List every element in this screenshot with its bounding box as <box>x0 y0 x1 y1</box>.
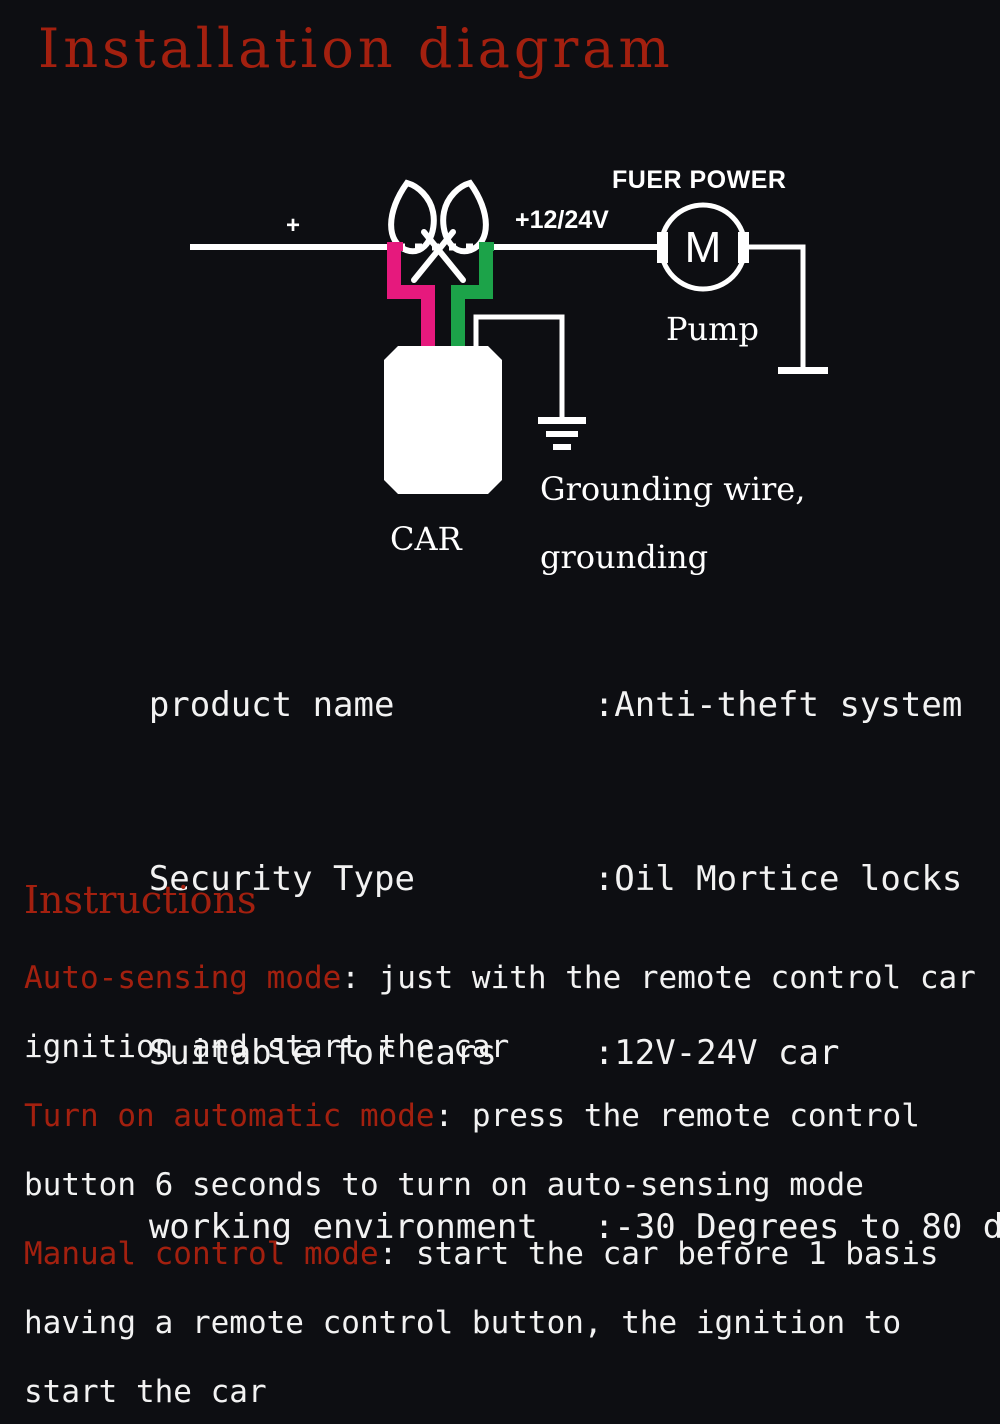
spec-row: product name :Anti-theft system <box>26 618 986 792</box>
installation-diagram-page: Installation diagram M FUER POWER +12/24… <box>0 0 1000 1424</box>
car-label: CAR <box>390 520 462 558</box>
motor-ground-bar <box>778 367 828 374</box>
motor-symbol-letter: M <box>685 223 722 272</box>
instructions-section: Instructions Auto-sensing mode: just wit… <box>24 872 988 1424</box>
wiring-diagram-svg: M <box>190 179 828 494</box>
instruction-item: Auto-sensing mode: just with the remote … <box>24 944 988 1082</box>
car-box <box>384 346 502 494</box>
positive-terminal-label: + <box>286 212 301 239</box>
instructions-heading: Instructions <box>24 878 257 922</box>
spec-label: product name <box>148 685 395 725</box>
voltage-label: +12/24V <box>515 206 609 234</box>
instruction-item: Manual control mode: start the car befor… <box>24 1220 988 1424</box>
ground-icon <box>538 417 586 450</box>
wiring-diagram: M FUER POWER +12/24V + Pump CAR Groundin… <box>0 120 1000 600</box>
page-title: Installation diagram <box>38 17 674 80</box>
pink-wire-tip <box>388 242 403 251</box>
pump-label: Pump <box>666 310 759 348</box>
fuer-power-label: FUER POWER <box>612 166 787 194</box>
grounding-label-line2: grounding <box>540 538 709 576</box>
motor-return-wire <box>749 244 806 369</box>
instruction-key: Turn on automatic mode <box>24 1098 435 1134</box>
spec-value: :Anti-theft system <box>593 685 963 725</box>
scissors-icon <box>388 179 489 283</box>
green-wire-tip <box>479 242 494 251</box>
motor-icon: M <box>657 202 749 292</box>
instruction-key: Manual control mode <box>24 1236 379 1272</box>
instruction-item: Turn on automatic mode: press the remote… <box>24 1082 988 1220</box>
instruction-key: Auto-sensing mode <box>24 960 342 996</box>
green-wire <box>451 242 493 346</box>
grounding-label-line1: Grounding wire, <box>540 470 806 508</box>
pink-wire <box>387 242 435 346</box>
